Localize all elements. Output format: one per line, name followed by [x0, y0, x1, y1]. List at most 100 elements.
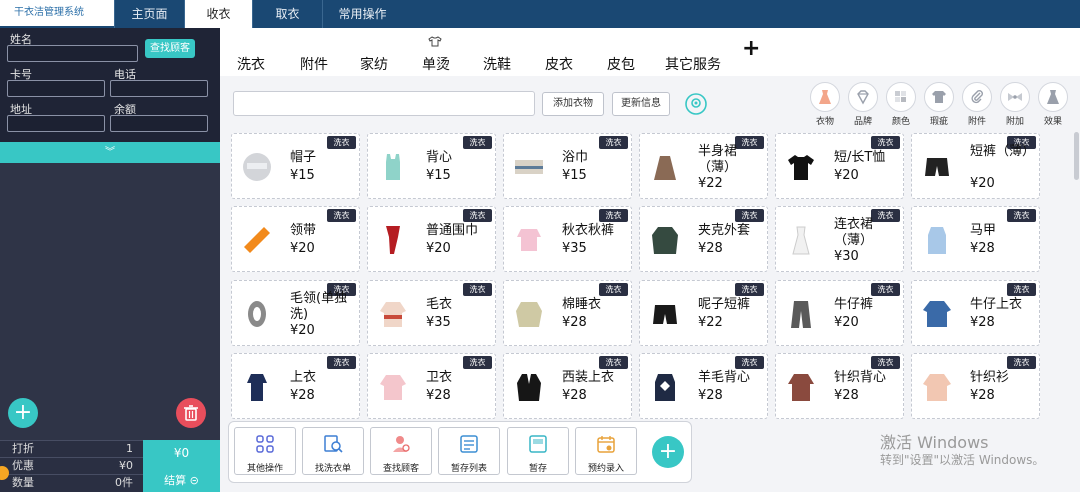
attr-clothes[interactable]: 衣物 [810, 82, 840, 127]
hold-list-label: 暂存列表 [450, 464, 487, 474]
item-card[interactable]: 洗衣 半身裙（薄） ¥22 [639, 133, 768, 199]
plus-icon: + [13, 400, 33, 425]
tab-pickup[interactable]: 取衣 [252, 0, 322, 28]
towel-icon [515, 160, 543, 174]
count-value: 0件 [115, 476, 133, 489]
item-card[interactable]: 洗衣 西装上衣 ¥28 [503, 353, 632, 419]
attr-attachment[interactable]: 附件 [962, 82, 992, 127]
item-card[interactable]: 洗衣 夹克外套 ¥28 [639, 206, 768, 272]
find-customer-button[interactable]: 查找顾客 [145, 39, 195, 58]
refresh-info-button[interactable]: 更新信息 [612, 92, 670, 116]
item-card[interactable]: 洗衣 卫衣 ¥28 [367, 353, 496, 419]
attr-brand[interactable]: 品牌 [848, 82, 878, 127]
item-name: 呢子短裤 [698, 297, 751, 312]
item-name: 马甲 [970, 223, 997, 238]
attr-extra-label: 附加 [1005, 117, 1024, 127]
address-input[interactable] [7, 115, 105, 132]
tie-icon [244, 227, 270, 253]
attr-defect-label: 瑕疵 [929, 117, 948, 127]
tank-top-icon [386, 154, 400, 180]
list-icon [460, 435, 478, 453]
item-card[interactable]: 洗衣 上衣 ¥28 [231, 353, 360, 419]
shorts-icon [925, 158, 949, 176]
reservation-button[interactable]: 预约录入 [575, 427, 637, 475]
search-input[interactable] [233, 91, 535, 116]
item-card[interactable]: 洗衣 浴巾 ¥15 [503, 133, 632, 199]
phone-input[interactable] [110, 80, 208, 97]
attr-defect[interactable]: 瑕疵 [924, 82, 954, 127]
settle-label-wrap: 结算 ⊝ [143, 472, 220, 488]
item-tag: 洗衣 [871, 136, 900, 149]
other-ops-button[interactable]: 其他操作 [234, 427, 296, 475]
item-name: 连衣裙（薄） [834, 217, 874, 248]
item-card[interactable]: 洗衣 秋衣秋裤 ¥35 [503, 206, 632, 272]
balance-input[interactable] [110, 115, 208, 132]
find-customer-action-button[interactable]: 查找顾客 [370, 427, 432, 475]
item-name: 西装上衣 [562, 370, 615, 385]
item-card[interactable]: 洗衣 连衣裙（薄） ¥30 [775, 206, 904, 272]
tab-home[interactable]: 主页面 [114, 0, 184, 28]
user-search-icon [393, 436, 410, 452]
item-tag: 洗衣 [599, 136, 628, 149]
card-input[interactable] [7, 80, 105, 97]
item-tag: 洗衣 [1007, 283, 1036, 296]
category-wash[interactable]: 洗衣 [237, 54, 265, 74]
name-input[interactable] [7, 45, 138, 62]
attr-extra[interactable]: 附加 [1000, 82, 1030, 127]
item-card[interactable]: 洗衣 毛衣 ¥35 [367, 280, 496, 346]
tab-receive[interactable]: 收衣 [184, 0, 252, 28]
item-card[interactable]: 洗衣 短裤（薄） ¥20 [911, 133, 1040, 199]
item-card[interactable]: 洗衣 领带 ¥20 [231, 206, 360, 272]
hold-button[interactable]: 暂存 [507, 427, 569, 475]
attr-effect[interactable]: 效果 [1038, 82, 1068, 127]
category-home-textile[interactable]: 家纺 [360, 54, 388, 74]
item-price: ¥28 [562, 388, 587, 403]
item-card[interactable]: 洗衣 针织衫 ¥28 [911, 353, 1040, 419]
category-ironing[interactable]: 单烫 [422, 54, 450, 74]
add-item-button[interactable]: + [8, 398, 38, 428]
category-other-services[interactable]: 其它服务 [665, 54, 721, 74]
denim-jacket-icon [923, 301, 951, 327]
item-card[interactable]: 洗衣 短/长T恤 ¥20 [775, 133, 904, 199]
reservation-label: 预约录入 [587, 464, 624, 474]
item-card[interactable]: 洗衣 毛领(单独洗) ¥20 [231, 280, 360, 346]
item-price: ¥15 [562, 168, 587, 183]
find-order-button[interactable]: 找洗衣单 [302, 427, 364, 475]
item-card[interactable]: 洗衣 普通围巾 ¥20 [367, 206, 496, 272]
item-name: 帽子 [290, 150, 317, 165]
item-card[interactable]: 洗衣 帽子 ¥15 [231, 133, 360, 199]
item-card[interactable]: 洗衣 呢子短裤 ¥22 [639, 280, 768, 346]
item-card[interactable]: 洗衣 背心 ¥15 [367, 133, 496, 199]
item-card[interactable]: 洗衣 针织背心 ¥28 [775, 353, 904, 419]
add-clothes-button[interactable]: 添加衣物 [542, 92, 604, 116]
item-card[interactable]: 洗衣 牛仔上衣 ¥28 [911, 280, 1040, 346]
category-leather-clothes[interactable]: 皮衣 [545, 54, 573, 74]
item-name: 牛仔裤 [834, 297, 874, 312]
category-leather-bags[interactable]: 皮包 [607, 54, 635, 74]
item-card[interactable]: 洗衣 马甲 ¥28 [911, 206, 1040, 272]
tshirt-icon [788, 155, 814, 180]
more-actions-button[interactable]: + [652, 436, 684, 468]
settle-button[interactable]: ¥0 结算 ⊝ [143, 440, 220, 492]
settings-head-icon[interactable] [684, 92, 708, 116]
attr-color[interactable]: 颜色 [886, 82, 916, 127]
fur-collar-icon [248, 301, 266, 327]
add-category-button[interactable]: + [742, 36, 760, 61]
item-card[interactable]: 洗衣 羊毛背心 ¥28 [639, 353, 768, 419]
scrollbar[interactable] [1074, 132, 1079, 180]
item-card[interactable]: 洗衣 牛仔裤 ¥20 [775, 280, 904, 346]
paperclip-icon [971, 90, 983, 104]
hold-list-button[interactable]: 暂存列表 [438, 427, 500, 475]
category-shoes[interactable]: 洗鞋 [483, 54, 511, 74]
item-card[interactable]: 洗衣 棉睡衣 ¥28 [503, 280, 632, 346]
other-ops-label: 其他操作 [246, 464, 283, 474]
category-accessory[interactable]: 附件 [300, 54, 328, 74]
tab-common-ops[interactable]: 常用操作 [322, 0, 402, 28]
item-tag: 洗衣 [599, 283, 628, 296]
item-price: ¥28 [834, 388, 859, 403]
vest-icon [928, 227, 946, 254]
item-price: ¥28 [970, 241, 995, 256]
expand-form-bar[interactable]: ︾ [0, 142, 220, 163]
delete-item-button[interactable] [176, 398, 206, 428]
order-summary: 打折 1 优惠 ¥0 数量 0件 [0, 440, 143, 492]
